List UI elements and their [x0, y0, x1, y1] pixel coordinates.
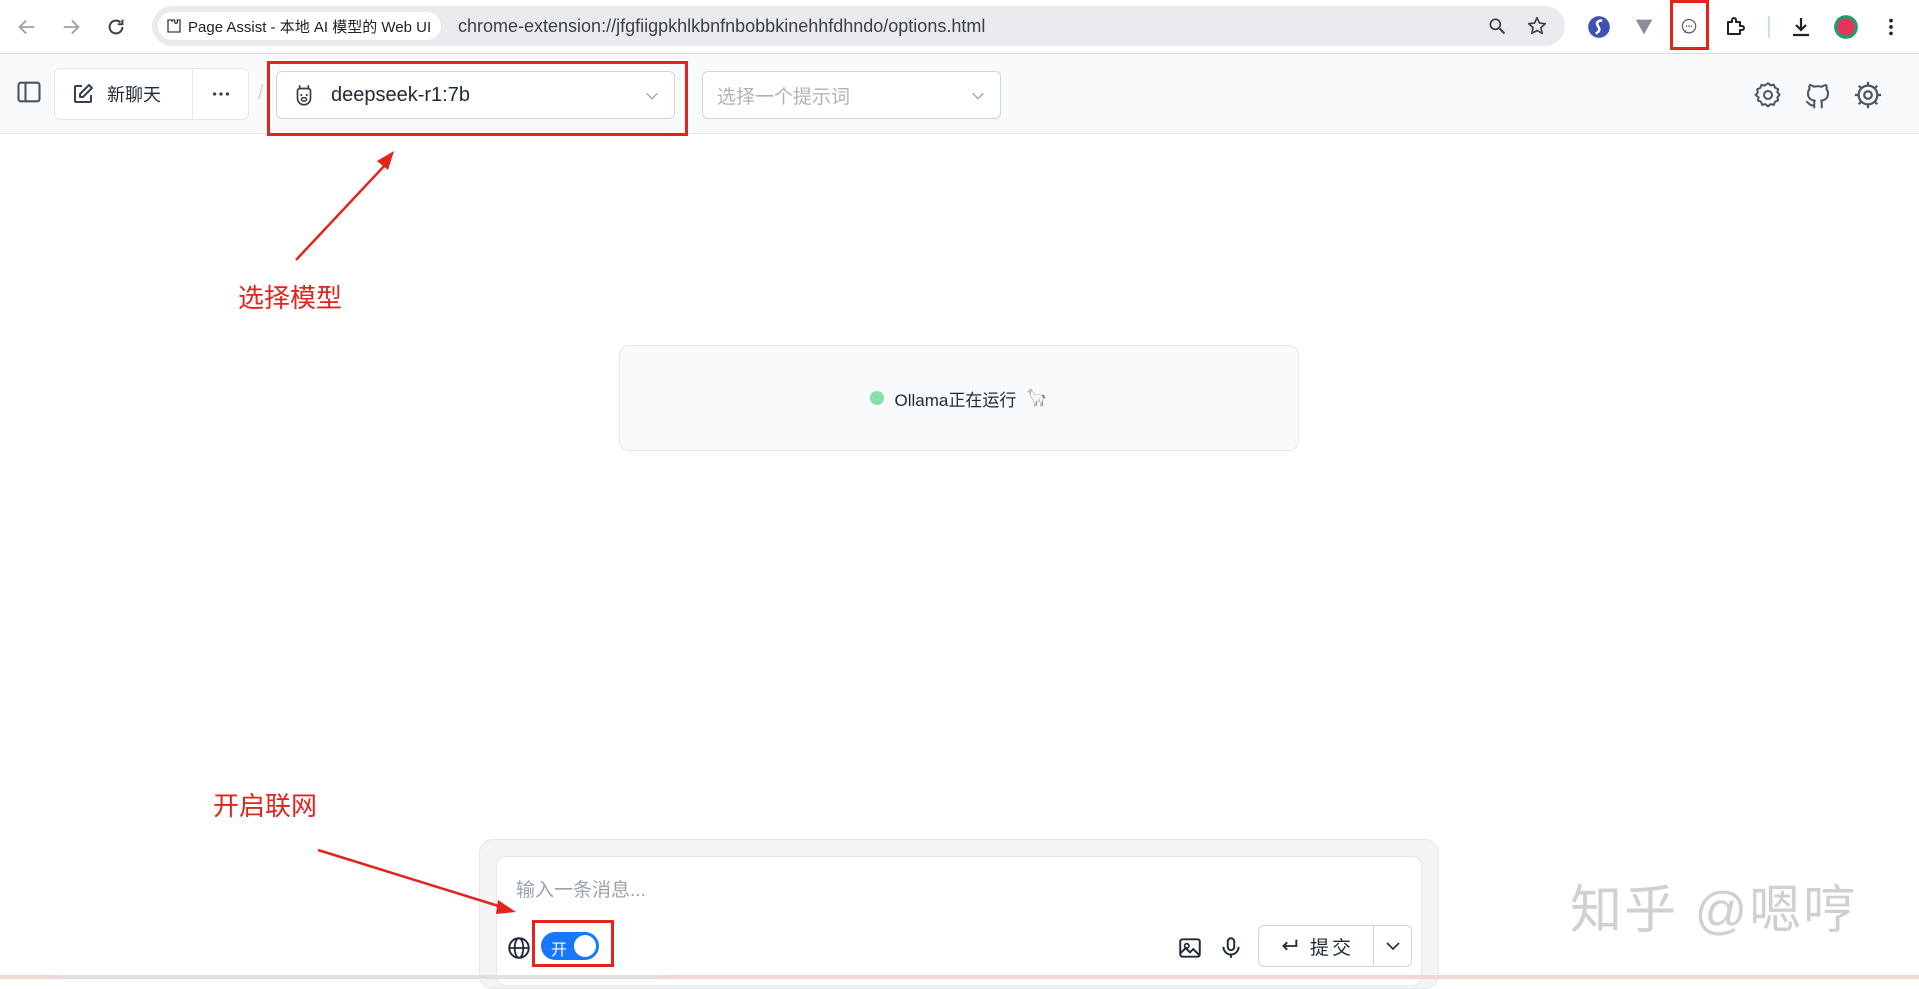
image-upload-icon[interactable] [1176, 934, 1204, 962]
llama-emoji-icon: 🦙 [1026, 388, 1048, 407]
extension-v-icon[interactable] [1629, 12, 1659, 42]
address-bar[interactable]: Page Assist - 本地 AI 模型的 Web UI chrome-ex… [152, 6, 1565, 46]
settings-cog-icon[interactable] [1751, 78, 1785, 112]
more-horizontal-icon [212, 92, 229, 96]
edit-icon [74, 84, 93, 103]
new-chat-group: 新聊天 [54, 68, 249, 120]
arrow-left-icon [18, 19, 35, 35]
reload-button[interactable] [101, 12, 131, 42]
extensions-puzzle-icon[interactable] [1720, 12, 1750, 42]
prompt-select[interactable]: 选择一个提示词 [702, 71, 1001, 119]
arrow-right-icon [63, 19, 80, 35]
annotation-enable-web: 开启联网 [213, 791, 318, 821]
profile-avatar[interactable] [1831, 12, 1861, 42]
prompt-placeholder: 选择一个提示词 [717, 86, 851, 108]
extension-s-icon[interactable] [1584, 12, 1614, 42]
bookmark-star-icon[interactable] [1526, 15, 1548, 37]
puzzle-icon [167, 19, 181, 33]
scrollbar-thumb[interactable] [60, 975, 660, 979]
annotation-box-extension [1670, 0, 1709, 50]
microphone-icon[interactable] [1217, 934, 1245, 962]
forward-button[interactable] [56, 12, 86, 42]
globe-icon [508, 937, 530, 959]
back-button[interactable] [12, 12, 42, 42]
breadcrumb-separator: / [258, 82, 264, 104]
submit-label: 提交 [1309, 937, 1354, 959]
status-dot [870, 391, 885, 405]
submit-button[interactable]: 提交 [1259, 926, 1374, 966]
site-chip[interactable]: Page Assist - 本地 AI 模型的 Web UI [158, 12, 442, 40]
horizontal-scrollbar[interactable] [0, 975, 1919, 979]
url-text: chrome-extension://jfgfiigpkhlkbnfnbobbk… [458, 16, 986, 36]
message-input[interactable] [516, 876, 1376, 906]
new-chat-button[interactable]: 新聊天 [55, 69, 193, 119]
annotation-select-model: 选择模型 [238, 283, 343, 313]
site-chip-title: Page Assist - 本地 AI 模型的 Web UI [188, 18, 432, 36]
enter-icon [1282, 939, 1298, 951]
chevron-down-icon [972, 92, 984, 100]
status-text: Ollama正在运行 [894, 390, 1017, 410]
new-chat-label: 新聊天 [107, 85, 161, 105]
more-options-button[interactable] [193, 69, 248, 119]
chevron-down-icon [1385, 942, 1400, 951]
downloads-icon[interactable] [1786, 12, 1816, 42]
submit-options-button[interactable] [1374, 926, 1411, 966]
watermark: 知乎 @嗯哼 [1570, 882, 1858, 940]
annotation-box-toggle [532, 920, 614, 967]
zoom-icon[interactable] [1486, 15, 1508, 37]
browser-toolbar: Page Assist - 本地 AI 模型的 Web UI chrome-ex… [0, 0, 1919, 54]
annotation-arrows [295, 151, 516, 914]
ollama-status-card: Ollama正在运行 🦙 [619, 345, 1299, 451]
toolbar-divider [1768, 16, 1770, 38]
settings-gear-icon[interactable] [1851, 78, 1885, 112]
github-icon[interactable] [1801, 78, 1835, 112]
sidebar-toggle-icon[interactable] [15, 78, 43, 106]
reload-icon [108, 19, 124, 35]
annotation-box-model [267, 61, 688, 136]
submit-group: 提交 [1258, 925, 1412, 967]
browser-menu-icon[interactable] [1876, 12, 1906, 42]
